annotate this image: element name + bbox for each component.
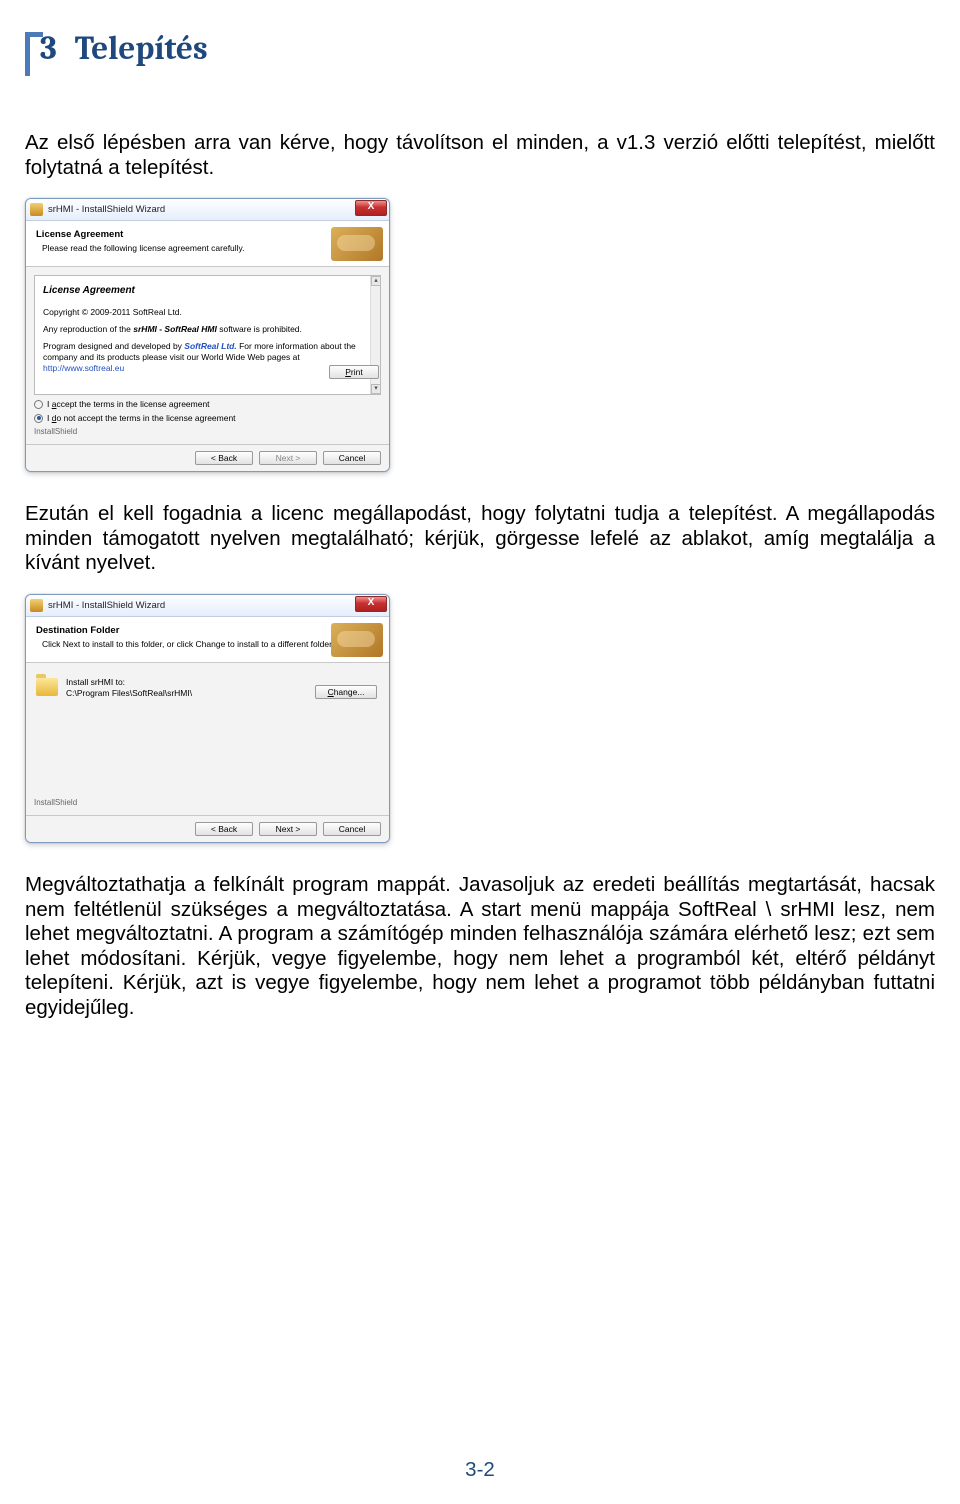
- chapter-header: 3 Telepítés: [25, 30, 935, 76]
- back-button[interactable]: < Back: [195, 451, 253, 465]
- dialog-header-title: License Agreement: [36, 229, 379, 240]
- dialog-destination-folder: srHMI - InstallShield Wizard X Destinati…: [25, 594, 390, 843]
- dialog-header-title: Destination Folder: [36, 625, 379, 636]
- dialog-header: Destination Folder Click Next to install…: [26, 617, 389, 663]
- titlebar: srHMI - InstallShield Wizard X: [26, 595, 389, 617]
- dialog-license-agreement: srHMI - InstallShield Wizard X License A…: [25, 198, 390, 472]
- radio-accept-label: I accept the terms in the license agreem…: [47, 399, 210, 409]
- license-repro: Any reproduction of the srHMI - SoftReal…: [43, 324, 372, 335]
- dialog-header-subtitle: Please read the following license agreem…: [36, 243, 379, 253]
- installshield-label: InstallShield: [34, 798, 381, 807]
- dialog-body: License Agreement Copyright © 2009-2011 …: [26, 267, 389, 444]
- paragraph-1: Az első lépésben arra van kérve, hogy tá…: [25, 131, 935, 180]
- scroll-down-icon[interactable]: ▾: [371, 384, 381, 394]
- app-icon: [30, 599, 43, 612]
- titlebar: srHMI - InstallShield Wizard X: [26, 199, 389, 221]
- chapter-title: Telepítés: [75, 30, 208, 68]
- back-button[interactable]: < Back: [195, 822, 253, 836]
- license-design: Program designed and developed by SoftRe…: [43, 341, 372, 374]
- license-copyright: Copyright © 2009-2011 SoftReal Ltd.: [43, 307, 372, 318]
- page-number: 3-2: [0, 1458, 960, 1482]
- radio-decline[interactable]: [34, 414, 43, 423]
- installshield-label: InstallShield: [34, 427, 381, 436]
- window-title: srHMI - InstallShield Wizard: [48, 600, 165, 611]
- dialog-button-bar: < Back Next > Cancel: [26, 815, 389, 842]
- scroll-up-icon[interactable]: ▴: [371, 276, 381, 286]
- brand-logo: [331, 623, 383, 657]
- close-button[interactable]: X: [355, 596, 387, 612]
- radio-decline-label: I do not accept the terms in the license…: [47, 413, 236, 423]
- install-to-label: Install srHMI to:: [66, 677, 192, 688]
- change-button[interactable]: Change...: [315, 685, 377, 699]
- brand-logo: [331, 227, 383, 261]
- radio-accept[interactable]: [34, 400, 43, 409]
- dialog-header-subtitle: Click Next to install to this folder, or…: [36, 639, 379, 649]
- radio-accept-row[interactable]: I accept the terms in the license agreem…: [34, 399, 381, 409]
- paragraph-3: Megváltoztathatja a felkínált program ma…: [25, 873, 935, 1021]
- license-title: License Agreement: [43, 284, 372, 297]
- install-path: C:\Program Files\SoftReal\srHMI\: [66, 688, 192, 699]
- folder-icon: [36, 678, 58, 696]
- chapter-number: 3: [40, 30, 57, 68]
- dialog-button-bar: < Back Next > Cancel: [26, 444, 389, 471]
- next-button[interactable]: Next >: [259, 451, 317, 465]
- app-icon: [30, 203, 43, 216]
- window-title: srHMI - InstallShield Wizard: [48, 204, 165, 215]
- paragraph-2: Ezután el kell fogadnia a licenc megálla…: [25, 502, 935, 576]
- close-button[interactable]: X: [355, 200, 387, 216]
- dialog-body: Install srHMI to: C:\Program Files\SoftR…: [26, 663, 389, 815]
- next-button[interactable]: Next >: [259, 822, 317, 836]
- cancel-button[interactable]: Cancel: [323, 822, 381, 836]
- print-button[interactable]: Print: [329, 365, 379, 379]
- radio-decline-row[interactable]: I do not accept the terms in the license…: [34, 413, 381, 423]
- cancel-button[interactable]: Cancel: [323, 451, 381, 465]
- dialog-header: License Agreement Please read the follow…: [26, 221, 389, 267]
